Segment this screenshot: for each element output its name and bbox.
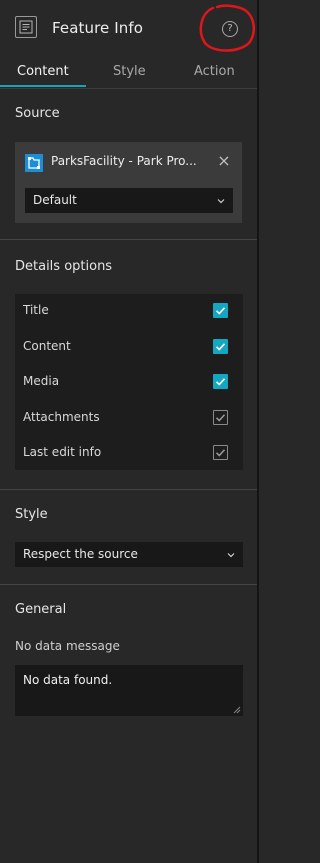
data-source-name[interactable]: ParksFacility - Park Pro... <box>51 154 201 168</box>
no-data-message-textarea[interactable]: No data found. <box>15 665 243 716</box>
details-options-list: Title Content Media Attachments Last edi… <box>15 294 243 470</box>
check-icon <box>215 449 226 457</box>
style-section-title: Style <box>15 507 48 522</box>
tab-content[interactable]: Content <box>17 64 69 79</box>
style-select[interactable]: Respect the source <box>15 542 243 567</box>
details-options-title: Details options <box>15 259 113 274</box>
settings-panel: Feature Info ? Content Style Action Sour… <box>0 0 259 863</box>
no-data-message-label: No data message <box>15 639 120 653</box>
resize-grip-icon[interactable] <box>233 706 241 714</box>
tab-bar: Content Style Action <box>0 56 257 89</box>
active-tab-indicator <box>0 85 86 87</box>
section-divider <box>0 584 257 585</box>
panel-header: Feature Info ? <box>0 0 257 56</box>
media-checkbox[interactable] <box>213 374 228 389</box>
view-select[interactable]: Default <box>25 188 233 213</box>
option-row-media: Media <box>15 365 243 400</box>
source-section-title: Source <box>15 106 60 121</box>
tab-action[interactable]: Action <box>194 64 235 79</box>
option-row-last-edit-info: Last edit info <box>15 436 243 471</box>
page-title: Feature Info <box>52 19 144 37</box>
data-source-card: ParksFacility - Park Pro... × Default <box>15 142 242 223</box>
close-icon[interactable]: × <box>216 152 232 170</box>
chevron-down-icon <box>227 553 235 558</box>
attachments-checkbox[interactable] <box>213 410 228 425</box>
option-label: Title <box>23 303 49 317</box>
option-label: Attachments <box>23 410 100 424</box>
check-icon <box>215 414 226 422</box>
no-data-message-value: No data found. <box>23 673 113 687</box>
help-icon[interactable]: ? <box>222 21 238 37</box>
option-label: Last edit info <box>23 445 102 459</box>
option-label: Content <box>23 339 71 353</box>
check-icon <box>215 343 226 351</box>
section-divider <box>0 489 257 490</box>
chevron-down-icon <box>217 199 225 204</box>
panel-edge <box>257 0 259 863</box>
feature-info-widget-icon <box>15 16 37 38</box>
style-select-value: Respect the source <box>23 547 138 561</box>
check-icon <box>215 307 226 315</box>
feature-layer-icon <box>25 154 43 172</box>
option-row-attachments: Attachments <box>15 401 243 436</box>
option-row-content: Content <box>15 330 243 365</box>
title-checkbox[interactable] <box>213 303 228 318</box>
option-label: Media <box>23 374 60 388</box>
content-checkbox[interactable] <box>213 339 228 354</box>
last-edit-info-checkbox[interactable] <box>213 445 228 460</box>
check-icon <box>215 378 226 386</box>
section-divider <box>0 239 257 240</box>
view-select-value: Default <box>33 193 77 207</box>
tab-style[interactable]: Style <box>113 64 146 79</box>
option-row-title: Title <box>15 294 243 329</box>
general-section-title: General <box>15 602 67 617</box>
